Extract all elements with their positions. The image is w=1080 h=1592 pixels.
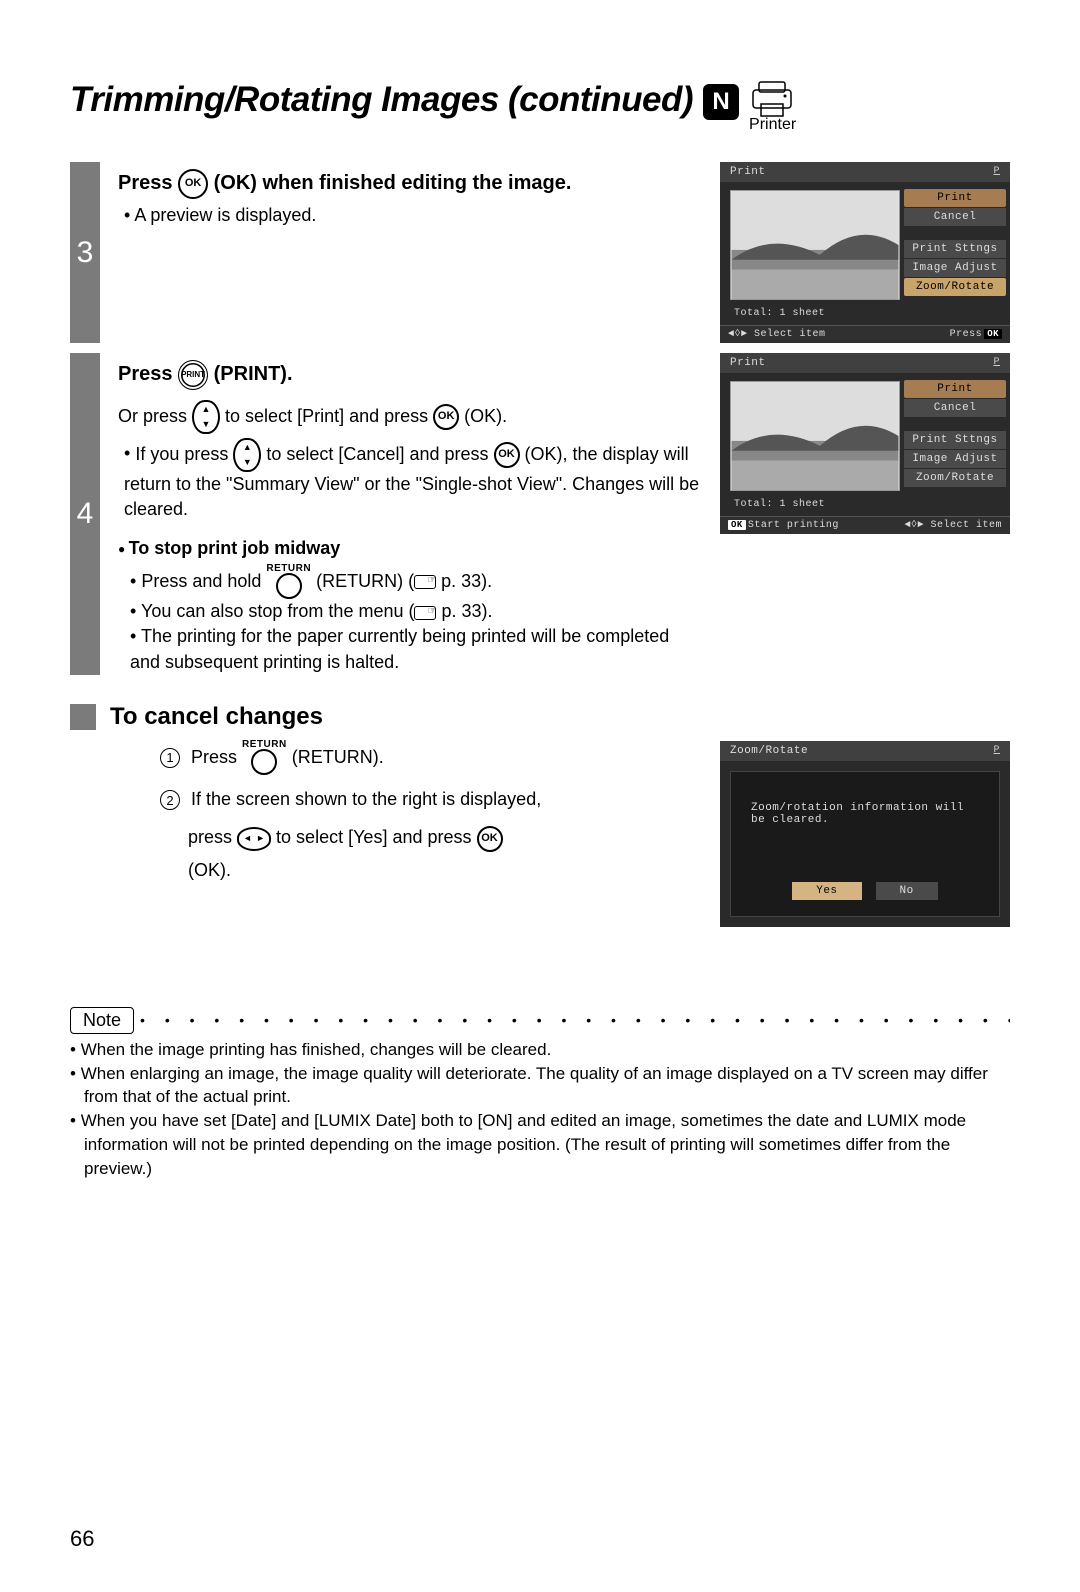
- circled-1-icon: 1: [160, 748, 180, 768]
- screen1-foot-left: ◄◊► Select item: [728, 329, 826, 340]
- screen2-title: Print: [730, 357, 766, 369]
- printer-label: Printer: [749, 116, 796, 134]
- ok-button-icon: OK: [494, 442, 520, 468]
- note-header: Note • • • • • • • • • • • • • • • • • •…: [70, 1007, 1010, 1034]
- screen1-menu-print: Print: [904, 189, 1006, 207]
- return-button-icon: [251, 749, 277, 775]
- screen2-menu-settings: Print Sttngs: [904, 431, 1006, 449]
- cancel-title: To cancel changes: [110, 703, 323, 731]
- updown-button-icon: ▲▼: [233, 438, 261, 472]
- stop-bullet-3: The printing for the paper currently bei…: [130, 624, 702, 674]
- return-button-icon: [276, 573, 302, 599]
- step-number-4: 4: [70, 353, 100, 675]
- step4-head-b: (PRINT).: [214, 363, 293, 385]
- screen-print-preview-2: Print P Total: 1 sheet Print Cancel Print…: [720, 353, 1010, 534]
- cancel-section-head: To cancel changes: [70, 703, 1010, 731]
- screen3-p-icon: P: [993, 745, 1000, 757]
- updown-button-icon: ▲▼: [192, 400, 220, 434]
- screen1-p-icon: P: [993, 166, 1000, 178]
- stop-bullet-2: You can also stop from the menu ( p. 33)…: [130, 599, 702, 624]
- stop-heading: To stop print job midway: [118, 536, 702, 561]
- screen1-menu-zoom: Zoom/Rotate: [904, 278, 1006, 296]
- step-4-body: Press PRINT (PRINT). Or press ▲▼ to sele…: [118, 353, 702, 675]
- screen2-foot-right: ◄◊► Select item: [904, 520, 1002, 531]
- step4-or-b: to select [Print] and press: [225, 405, 433, 425]
- stop-bullet-1: Press and hold RETURN (RETURN) ( p. 33).: [130, 565, 702, 599]
- note-label: Note: [70, 1007, 134, 1034]
- step3-head-b: (OK) when finished editing the image.: [214, 172, 572, 194]
- screen3-message: Zoom/rotation information will be cleare…: [731, 772, 999, 882]
- leftright-button-icon: ◄►: [237, 827, 271, 851]
- ok-button-icon: OK: [178, 169, 208, 199]
- screen2-menu-cancel: Cancel: [904, 399, 1006, 417]
- screen2-menu-print: Print: [904, 380, 1006, 398]
- page-number: 66: [70, 1526, 94, 1552]
- screen2-menu-adjust: Image Adjust: [904, 450, 1006, 468]
- step3-bullet: A preview is displayed.: [124, 203, 702, 228]
- section-square-icon: [70, 704, 96, 730]
- screen-print-preview-1: Print P Total: 1 sheet Print Cancel Print…: [720, 162, 1010, 343]
- circled-2-icon: 2: [160, 790, 180, 810]
- step4-or-c: (OK).: [464, 405, 507, 425]
- page-title: Trimming/Rotating Images (continued): [70, 80, 693, 120]
- page-header: Trimming/Rotating Images (continued) N P…: [70, 80, 1010, 134]
- printer-icon: Printer: [749, 80, 796, 134]
- screen2-p-icon: P: [993, 357, 1000, 369]
- step4-if-bullet: If you press ▲▼ to select [Cancel] and p…: [124, 438, 702, 522]
- note-dots: • • • • • • • • • • • • • • • • • • • • …: [140, 1012, 1010, 1028]
- screen2-menu-zoom: Zoom/Rotate: [904, 469, 1006, 487]
- screen3-yes: Yes: [792, 882, 861, 900]
- screen1-foot-right: PressOK: [950, 329, 1002, 340]
- screen1-total: Total: 1 sheet: [720, 308, 900, 325]
- n-badge-icon: N: [703, 84, 739, 120]
- screen1-preview-image: [730, 190, 900, 300]
- screen3-no: No: [876, 882, 938, 900]
- note-2: When enlarging an image, the image quali…: [70, 1062, 1010, 1110]
- screen2-foot-left: OKStart printing: [728, 520, 839, 531]
- note-1: When the image printing has finished, ch…: [70, 1038, 1010, 1062]
- step-4-row: 4 Press PRINT (PRINT). Or press ▲▼ to se…: [70, 353, 1010, 675]
- step4-head-a: Press: [118, 363, 178, 385]
- ref-icon: [414, 575, 436, 589]
- screen2-total: Total: 1 sheet: [720, 499, 900, 516]
- step4-or-a: Or press: [118, 405, 192, 425]
- screen-zoom-rotate-dialog: Zoom/Rotate P Zoom/rotation information w…: [720, 741, 1010, 927]
- print-button-icon: PRINT: [178, 360, 208, 390]
- ok-button-icon: OK: [433, 404, 459, 430]
- step-number-3: 3: [70, 162, 100, 343]
- ref-icon: [414, 606, 436, 620]
- step3-head-a: Press: [118, 172, 178, 194]
- cancel-steps: 1 Press RETURN (RETURN). 2 If the screen…: [70, 741, 702, 886]
- notes-list: When the image printing has finished, ch…: [70, 1034, 1010, 1181]
- step-3-row: 3 Press OK (OK) when finished editing th…: [70, 162, 1010, 343]
- screen1-menu-adjust: Image Adjust: [904, 259, 1006, 277]
- cancel-s2: If the screen shown to the right is disp…: [191, 789, 541, 809]
- screen1-menu-settings: Print Sttngs: [904, 240, 1006, 258]
- screen1-menu-cancel: Cancel: [904, 208, 1006, 226]
- note-3: When you have set [Date] and [LUMIX Date…: [70, 1109, 1010, 1180]
- step-3-body: Press OK (OK) when finished editing the …: [118, 162, 702, 228]
- screen1-title: Print: [730, 166, 766, 178]
- ok-button-icon: OK: [477, 826, 503, 852]
- screen2-preview-image: [730, 381, 900, 491]
- screen3-title: Zoom/Rotate: [730, 745, 808, 757]
